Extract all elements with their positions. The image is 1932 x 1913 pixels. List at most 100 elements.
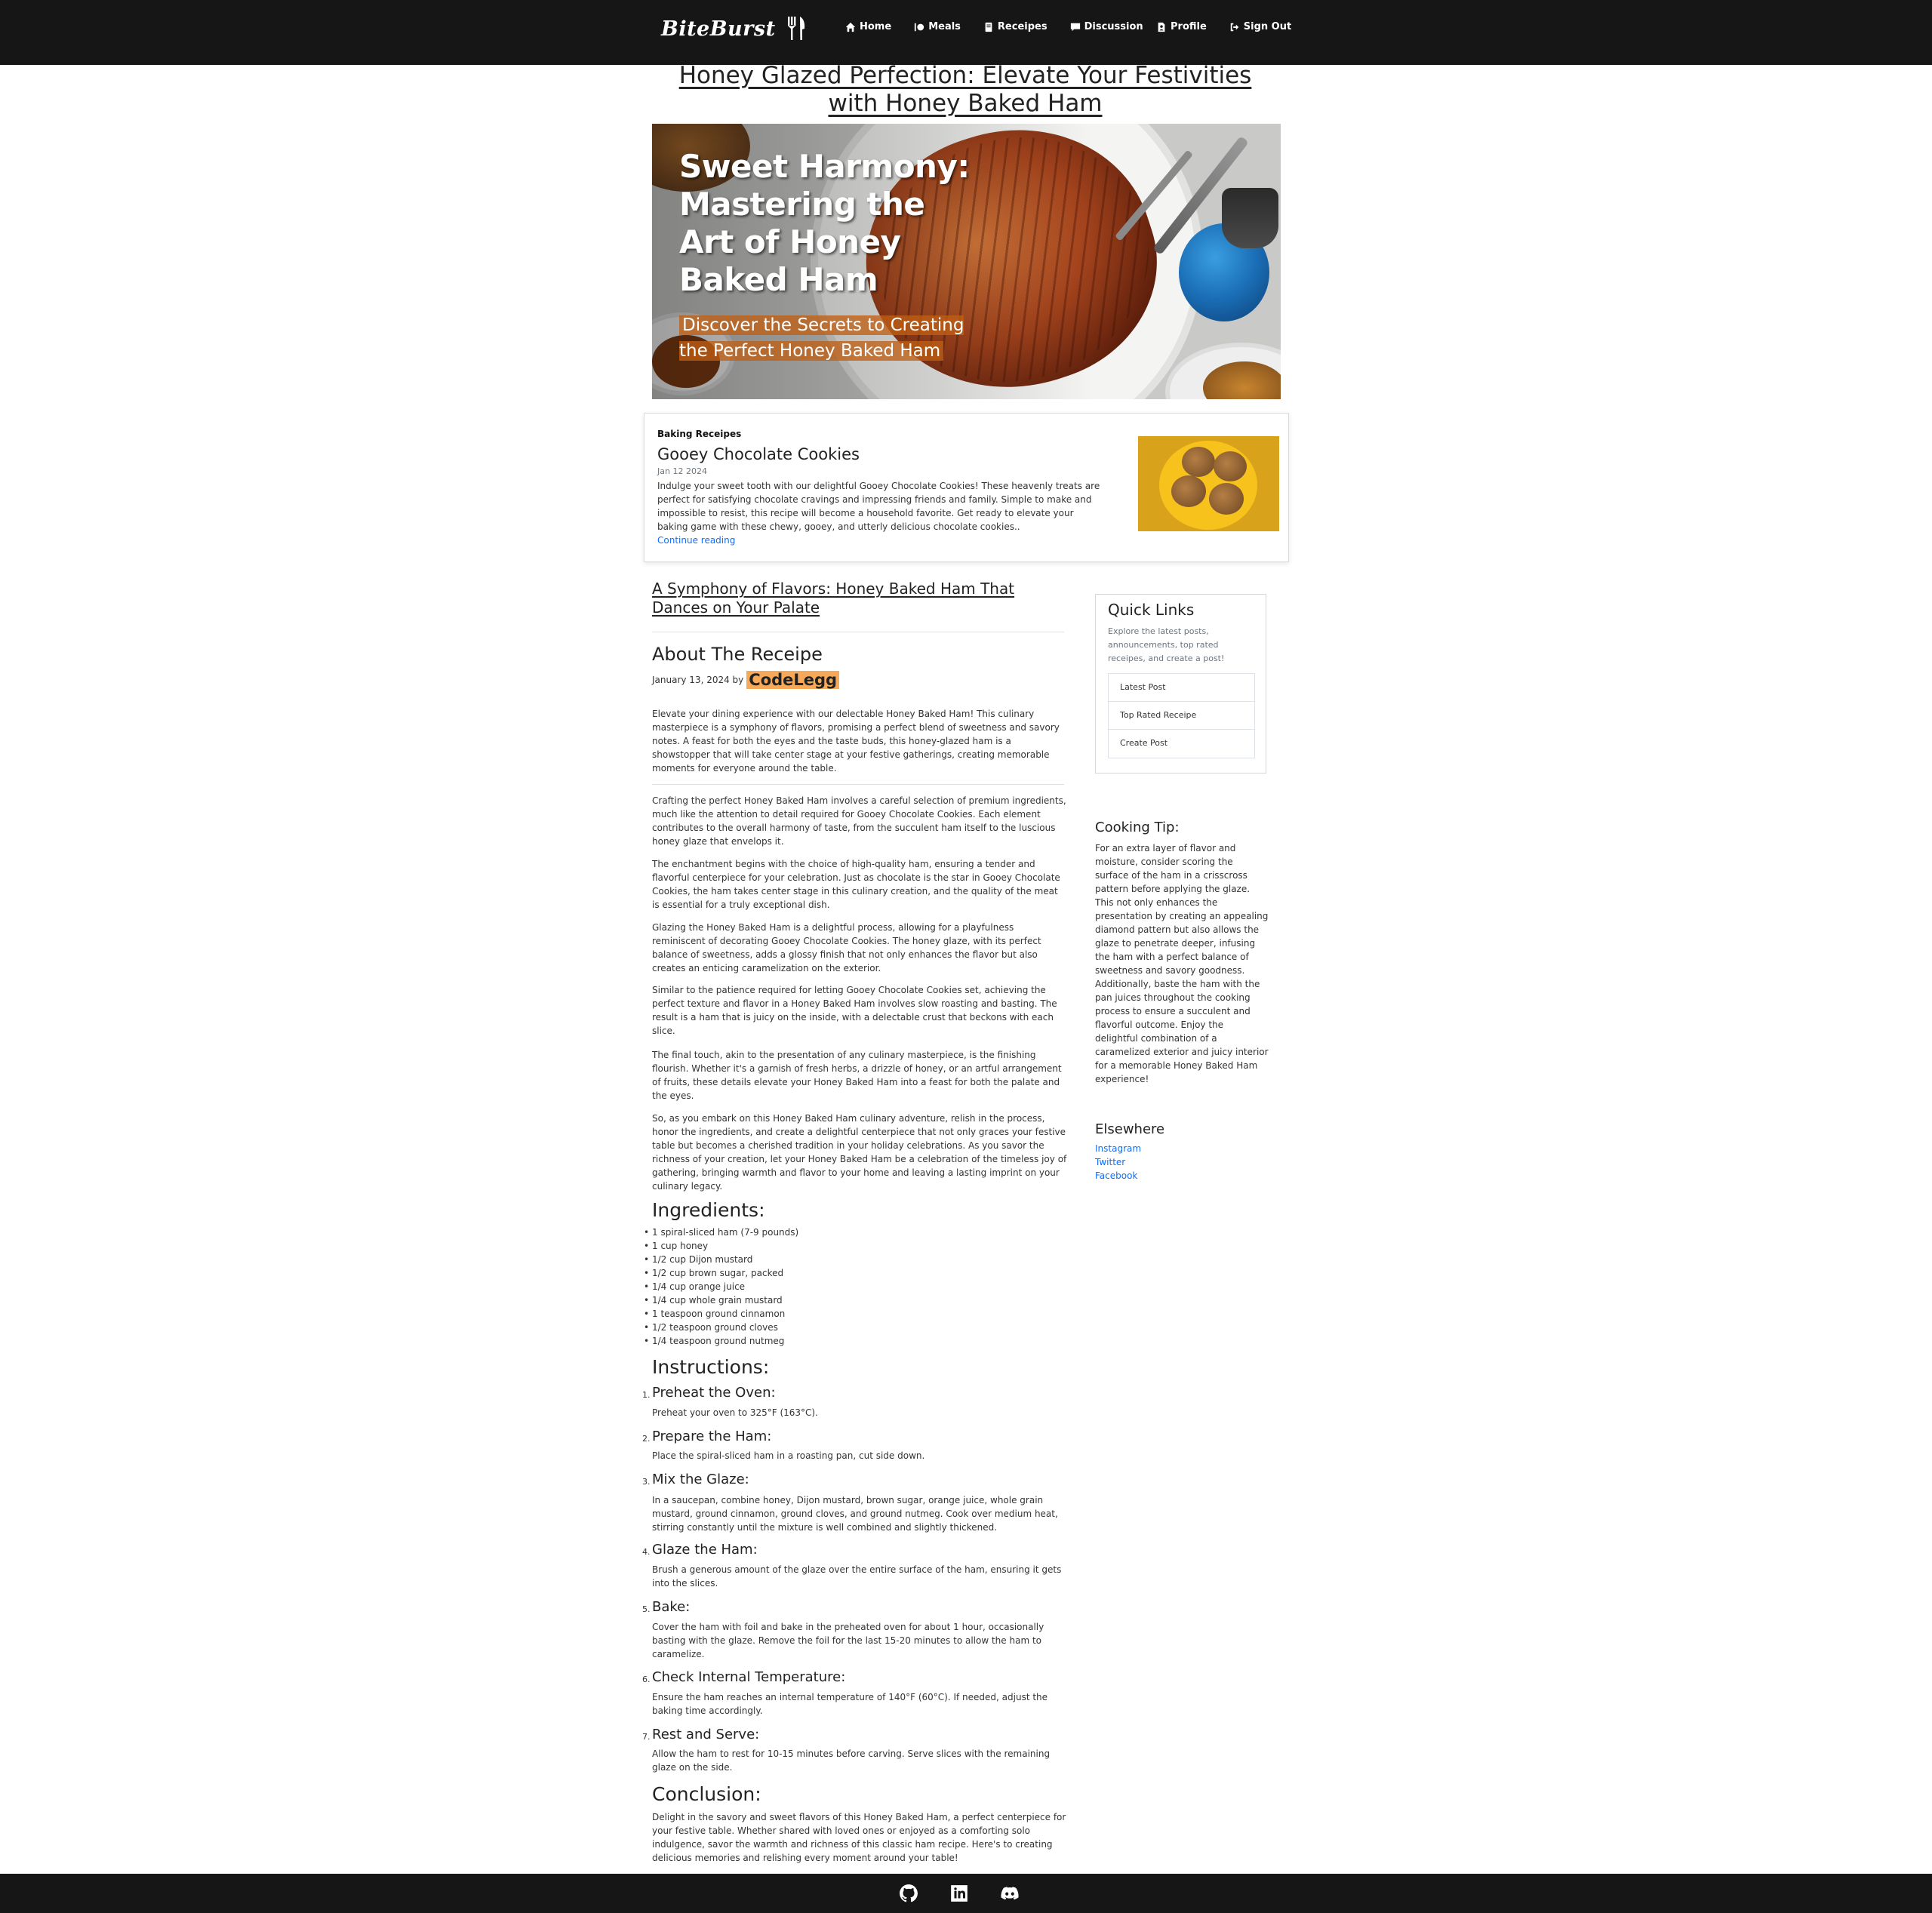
elsewhere-title: Elsewhere bbox=[1095, 1121, 1165, 1137]
body-paragraph: Similar to the patience required for let… bbox=[652, 985, 1057, 1036]
main-nav: Home Meals Receipes Discussion bbox=[845, 21, 1143, 32]
step-number: 6. bbox=[642, 1675, 651, 1684]
page-title: Honey Glazed Perfection: Elevate Your Fe… bbox=[678, 62, 1252, 117]
quick-links-box: Quick Links Explore the latest posts, an… bbox=[1095, 594, 1266, 774]
navbar: BiteBurst Home Meals Receipes Discussion bbox=[0, 0, 1932, 65]
quick-link-top-rated[interactable]: Top Rated Receipe bbox=[1109, 702, 1254, 730]
body-paragraph: Glazing the Honey Baked Ham is a delight… bbox=[652, 922, 1041, 973]
nav-receipes[interactable]: Receipes bbox=[983, 21, 1048, 32]
twitter-link[interactable]: Twitter bbox=[1095, 1157, 1125, 1167]
featured-thumbnail bbox=[1138, 436, 1279, 531]
step-title: Mix the Glaze: bbox=[652, 1472, 749, 1487]
ingredients-title: Ingredients: bbox=[652, 1199, 765, 1221]
meals-icon bbox=[915, 23, 924, 31]
step-title: Glaze the Ham: bbox=[652, 1542, 758, 1558]
discord-icon bbox=[1001, 1887, 1019, 1900]
nav-discussion-label: Discussion bbox=[1084, 21, 1143, 32]
quick-links-list: Latest Post Top Rated Receipe Create Pos… bbox=[1108, 673, 1255, 758]
brand-name: BiteBurst bbox=[661, 17, 776, 41]
quick-links-title: Quick Links bbox=[1108, 601, 1195, 619]
step-text: Preheat your oven to 325°F (163°C). bbox=[652, 1407, 818, 1418]
nav-sign-out[interactable]: Sign Out bbox=[1229, 21, 1291, 32]
cooking-tip-text: For an extra layer of flavor and moistur… bbox=[1095, 843, 1269, 1084]
footer bbox=[0, 1874, 1932, 1913]
book-icon bbox=[985, 22, 992, 32]
profile-icon bbox=[1158, 22, 1165, 32]
step-text: Ensure the ham reaches an internal tempe… bbox=[652, 1692, 1048, 1716]
cookie-image bbox=[1214, 451, 1247, 481]
post-date: January 13, 2024 by bbox=[652, 675, 744, 685]
quick-links-description: Explore the latest posts, announcements,… bbox=[1108, 626, 1225, 663]
nav-profile-label: Profile bbox=[1171, 21, 1207, 32]
hero-banner: Sweet Harmony: Mastering the Art of Hone… bbox=[652, 124, 1281, 399]
linkedin-link[interactable] bbox=[949, 1884, 969, 1903]
nav-receipes-label: Receipes bbox=[997, 21, 1048, 32]
cooking-tip-title: Cooking Tip: bbox=[1095, 820, 1180, 835]
cookie-image bbox=[1171, 475, 1206, 507]
cookie-image bbox=[1182, 447, 1215, 477]
discord-link[interactable] bbox=[1000, 1884, 1020, 1903]
featured-category: Baking Receipes bbox=[657, 429, 742, 439]
cookie-image bbox=[1209, 483, 1244, 515]
ingredient-item: 1/4 teaspoon ground nutmeg bbox=[644, 1334, 798, 1348]
about-title: About The Receipe bbox=[652, 644, 823, 665]
step-number: 7. bbox=[642, 1732, 651, 1742]
nav-discussion[interactable]: Discussion bbox=[1070, 21, 1143, 32]
conclusion-paragraph: Delight in the savory and sweet flavors … bbox=[652, 1812, 1066, 1863]
comment-icon bbox=[1070, 23, 1080, 31]
step-number: 5. bbox=[642, 1604, 651, 1614]
facebook-link[interactable]: Facebook bbox=[1095, 1170, 1137, 1181]
quick-link-latest-post[interactable]: Latest Post bbox=[1109, 674, 1254, 702]
instagram-link[interactable]: Instagram bbox=[1095, 1143, 1141, 1154]
post-meta: January 13, 2024 by CodeLegg bbox=[652, 671, 840, 689]
nav-sign-out-label: Sign Out bbox=[1243, 21, 1292, 32]
nav-home[interactable]: Home bbox=[845, 21, 891, 32]
ingredient-item: 1/2 cup Dijon mustard bbox=[644, 1253, 798, 1266]
nav-meals[interactable]: Meals bbox=[914, 21, 961, 32]
author-name: CodeLegg bbox=[746, 671, 840, 689]
conclusion-title: Conclusion: bbox=[652, 1783, 761, 1805]
step-text: In a saucepan, combine honey, Dijon must… bbox=[652, 1495, 1058, 1533]
user-nav: Profile Sign Out bbox=[1156, 21, 1291, 32]
home-icon bbox=[845, 22, 856, 32]
step-title: Preheat the Oven: bbox=[652, 1385, 776, 1401]
intro-paragraph: Elevate your dining experience with our … bbox=[652, 709, 1060, 774]
step-title: Prepare the Ham: bbox=[652, 1429, 772, 1444]
step-number: 3. bbox=[642, 1477, 651, 1487]
hero-headline: Sweet Harmony: Mastering the Art of Hone… bbox=[679, 148, 970, 298]
hero-subheadline-text: Discover the Secrets to Creating the Per… bbox=[679, 315, 964, 361]
quick-link-create-post[interactable]: Create Post bbox=[1109, 730, 1254, 758]
nav-home-label: Home bbox=[860, 21, 892, 32]
featured-excerpt: Indulge your sweet tooth with our deligh… bbox=[657, 481, 1100, 532]
body-paragraph: The enchantment begins with the choice o… bbox=[652, 859, 1060, 910]
sign-out-icon bbox=[1230, 23, 1239, 31]
ingredient-item: 1 teaspoon ground cinnamon bbox=[644, 1307, 798, 1321]
github-icon bbox=[900, 1884, 918, 1902]
brand-logo[interactable]: BiteBurst bbox=[661, 14, 806, 44]
nav-meals-label: Meals bbox=[928, 21, 961, 32]
ingredients-list: 1 spiral-sliced ham (7-9 pounds) 1 cup h… bbox=[644, 1226, 798, 1348]
nav-profile[interactable]: Profile bbox=[1156, 21, 1207, 32]
step-text: Place the spiral-sliced ham in a roastin… bbox=[652, 1450, 925, 1461]
featured-title: Gooey Chocolate Cookies bbox=[657, 445, 860, 463]
divider bbox=[652, 784, 1064, 785]
ingredient-item: 1/2 teaspoon ground cloves bbox=[644, 1321, 798, 1334]
continue-reading-link[interactable]: Continue reading bbox=[657, 535, 735, 546]
step-title: Rest and Serve: bbox=[652, 1727, 760, 1742]
ingredient-item: 1/4 cup orange juice bbox=[644, 1280, 798, 1293]
post-heading: A Symphony of Flavors: Honey Baked Ham T… bbox=[652, 580, 1015, 617]
body-paragraph: So, as you embark on this Honey Baked Ha… bbox=[652, 1113, 1067, 1192]
step-text: Cover the ham with foil and bake in the … bbox=[652, 1622, 1044, 1659]
ingredient-item: 1/2 cup brown sugar, packed bbox=[644, 1266, 798, 1280]
hero-subheadline: Discover the Secrets to Creating the Per… bbox=[679, 312, 981, 364]
github-link[interactable] bbox=[899, 1884, 918, 1903]
body-paragraph: The final touch, akin to the presentatio… bbox=[652, 1050, 1062, 1101]
fork-knife-icon bbox=[787, 17, 804, 40]
ingredient-item: 1 cup honey bbox=[644, 1239, 798, 1253]
step-title: Check Internal Temperature: bbox=[652, 1669, 846, 1685]
instructions-title: Instructions: bbox=[652, 1356, 770, 1378]
step-number: 2. bbox=[642, 1434, 651, 1444]
step-number: 4. bbox=[642, 1547, 651, 1557]
step-title: Bake: bbox=[652, 1599, 691, 1615]
featured-date: Jan 12 2024 bbox=[657, 466, 707, 476]
